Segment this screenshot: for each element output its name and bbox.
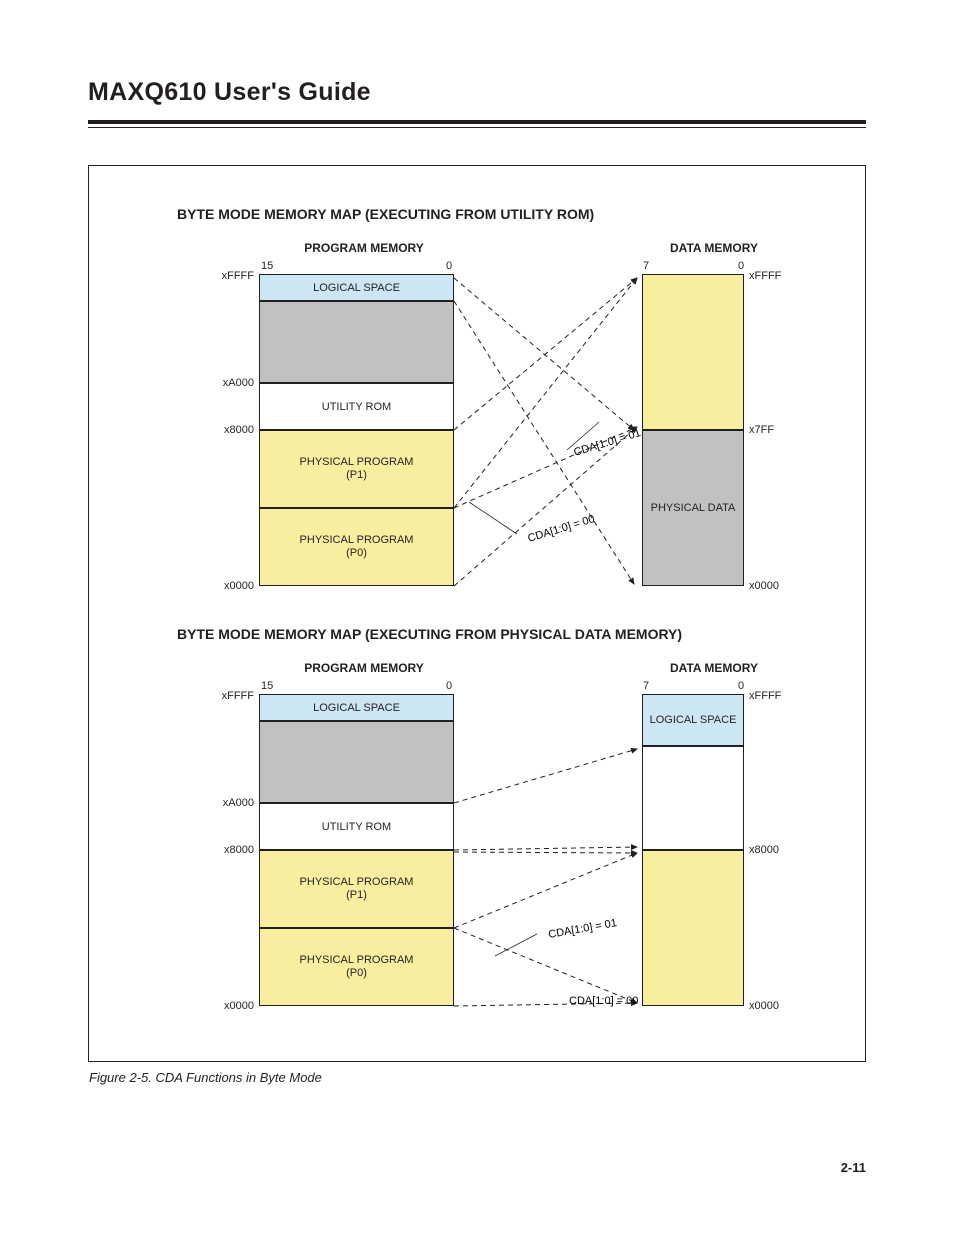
map2-logical-space: LOGICAL SPACE <box>259 694 454 721</box>
map2-data-title: DATA MEMORY <box>664 661 764 675</box>
map1-p0: PHYSICAL PROGRAM (P0) <box>259 508 454 586</box>
map1-addr-r-x7FF: x7FF <box>749 424 794 436</box>
map2-utility-rom: UTILITY ROM <box>259 803 454 850</box>
map2-addr-r-x8000: x8000 <box>749 844 794 856</box>
map1-addr-xFFFF: xFFFF <box>209 270 254 282</box>
page-number: 2-11 <box>841 1160 866 1175</box>
map1-arrows: CDA[1:0] = 00 CDA[1:0] = 01 <box>89 166 865 616</box>
map2-bit7: 7 <box>643 680 649 692</box>
map1-logical-space: LOGICAL SPACE <box>259 274 454 301</box>
map1-p0-l1: PHYSICAL PROGRAM <box>300 534 414 547</box>
map1-bit0r: 0 <box>738 260 744 272</box>
map2-bit0r: 0 <box>738 680 744 692</box>
map2-data-lower <box>642 850 744 1006</box>
map1-title: BYTE MODE MEMORY MAP (EXECUTING FROM UTI… <box>177 206 594 222</box>
map1-prog-title: PROGRAM MEMORY <box>304 241 424 255</box>
map1-cda00: CDA[1:0] = 00 <box>526 513 596 545</box>
map2-addr-r-xFFFF: xFFFF <box>749 690 794 702</box>
map2-data-mid <box>642 746 744 850</box>
map2-p0-l2: (P0) <box>346 967 367 980</box>
map2-p1-l2: (P1) <box>346 889 367 902</box>
map1-bit7: 7 <box>643 260 649 272</box>
map2-grey-block <box>259 721 454 803</box>
map1-physical-data: PHYSICAL DATA <box>642 430 744 586</box>
map2-p0: PHYSICAL PROGRAM (P0) <box>259 928 454 1006</box>
map1-data-title: DATA MEMORY <box>664 241 764 255</box>
map2-addr-xFFFF: xFFFF <box>209 690 254 702</box>
map2-addr-x0000: x0000 <box>209 1000 254 1012</box>
map2-p1-l1: PHYSICAL PROGRAM <box>300 876 414 889</box>
figure-frame: BYTE MODE MEMORY MAP (EXECUTING FROM UTI… <box>88 165 866 1062</box>
map2-data-logical: LOGICAL SPACE <box>642 694 744 746</box>
map2-p1: PHYSICAL PROGRAM (P1) <box>259 850 454 928</box>
map1-bit15: 15 <box>261 260 273 272</box>
map2-addr-x8000: x8000 <box>209 844 254 856</box>
map2-bit0: 0 <box>446 680 452 692</box>
map2-cda01: CDA[1:0] = 01 <box>547 917 617 941</box>
map1-cda01: CDA[1:0] = 01 <box>572 427 642 459</box>
map2-title: BYTE MODE MEMORY MAP (EXECUTING FROM PHY… <box>177 626 682 642</box>
map1-p0-l2: (P0) <box>346 547 367 560</box>
map2-addr-r-x0000: x0000 <box>749 1000 794 1012</box>
map2-bit15: 15 <box>261 680 273 692</box>
map1-addr-xA000: xA000 <box>209 377 254 389</box>
map2-prog-title: PROGRAM MEMORY <box>304 661 424 675</box>
map2-addr-xA000: xA000 <box>209 797 254 809</box>
horizontal-rule-thin <box>88 127 866 128</box>
map1-grey-block <box>259 301 454 383</box>
map1-addr-r-xFFFF: xFFFF <box>749 270 794 282</box>
map1-utility-rom: UTILITY ROM <box>259 383 454 430</box>
map1-p1: PHYSICAL PROGRAM (P1) <box>259 430 454 508</box>
page-title: MAXQ610 User's Guide <box>88 78 371 107</box>
map1-addr-r-x0000: x0000 <box>749 580 794 592</box>
map2-p0-l1: PHYSICAL PROGRAM <box>300 954 414 967</box>
map2-cda00: CDA[1:0] = 00 <box>569 995 638 1007</box>
horizontal-rule-thick <box>88 120 866 124</box>
map1-p1-l2: (P1) <box>346 469 367 482</box>
map1-data-upper <box>642 274 744 430</box>
map1-bit0: 0 <box>446 260 452 272</box>
map2-arrows: CDA[1:0] = 00 CDA[1:0] = 01 <box>89 616 865 1036</box>
map1-addr-x0000: x0000 <box>209 580 254 592</box>
figure-caption: Figure 2-5. CDA Functions in Byte Mode <box>89 1070 322 1085</box>
map1-addr-x8000: x8000 <box>209 424 254 436</box>
map1-p1-l1: PHYSICAL PROGRAM <box>300 456 414 469</box>
